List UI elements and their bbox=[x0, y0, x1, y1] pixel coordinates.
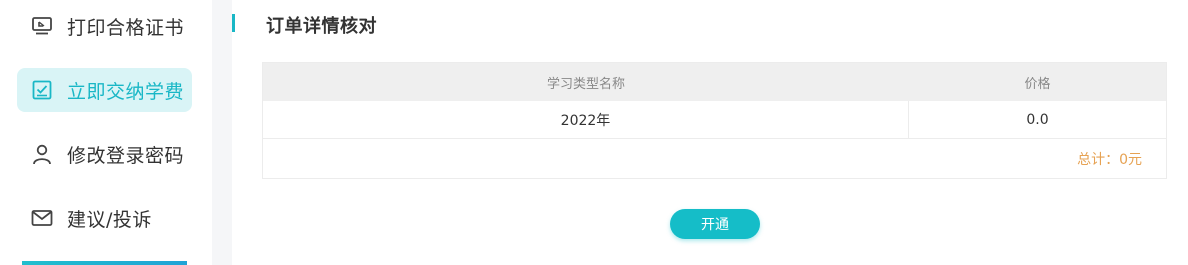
mail-icon bbox=[31, 207, 53, 229]
sidebar-item-print-certificate[interactable]: 打印合格证书 bbox=[17, 4, 192, 48]
sidebar-item-label: 建议/投诉 bbox=[67, 208, 152, 231]
checkbox-icon bbox=[31, 79, 53, 101]
sidebar-item-change-password[interactable]: 修改登录密码 bbox=[17, 132, 192, 176]
sidebar-item-feedback[interactable]: 建议/投诉 bbox=[17, 196, 192, 240]
cell-study-type: 2022年 bbox=[263, 101, 909, 138]
page-title: 订单详情核对 bbox=[266, 16, 377, 37]
cell-price: 0.0 bbox=[1026, 111, 1049, 128]
table-header-row: 学习类型名称 价格 bbox=[263, 63, 1166, 101]
order-total: 总计：0元 bbox=[1077, 152, 1142, 168]
column-header-study-type: 学习类型名称 bbox=[546, 76, 625, 92]
certificate-monitor-icon bbox=[31, 15, 53, 37]
order-detail-panel: 订单详情核对 学习类型名称 价格 2022年 0.0 总计：0元 开通 bbox=[232, 0, 1188, 265]
sidebar: 打印合格证书 立即交纳学费 修改登录密码 建议/投诉 bbox=[0, 0, 212, 265]
order-table: 学习类型名称 价格 2022年 0.0 总计：0元 bbox=[262, 62, 1167, 179]
open-button[interactable]: 开通 bbox=[670, 209, 760, 239]
sidebar-item-label: 打印合格证书 bbox=[67, 16, 185, 39]
title-accent-bar bbox=[232, 14, 235, 32]
user-icon bbox=[31, 143, 53, 165]
sidebar-item-label: 立即交纳学费 bbox=[67, 80, 185, 103]
sidebar-next-item-edge bbox=[22, 261, 187, 265]
sidebar-item-pay-tuition[interactable]: 立即交纳学费 bbox=[17, 68, 192, 112]
table-total-row: 总计：0元 bbox=[263, 140, 1166, 178]
sidebar-item-label: 修改登录密码 bbox=[67, 144, 185, 167]
column-header-price: 价格 bbox=[1024, 76, 1051, 92]
table-row: 2022年 0.0 bbox=[263, 101, 1166, 139]
